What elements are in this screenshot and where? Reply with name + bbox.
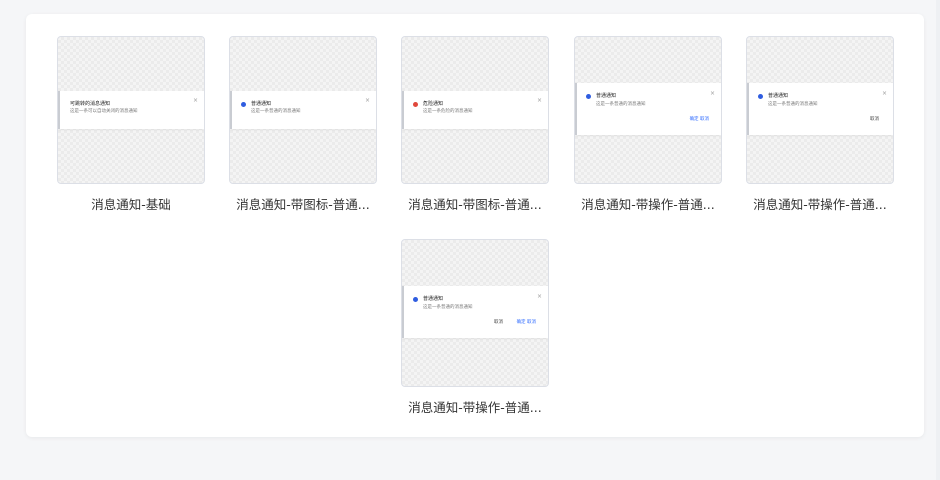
template-card-basic[interactable]: 可跳转的消息通知 这是一条可以自动关闭的消息通知 × 消息通知-基础 [57, 36, 205, 212]
notification-preview: 普通通知 这是一条普通的消息通知 × 取消 确定 取消 [402, 286, 548, 338]
close-icon: × [364, 97, 370, 104]
cancel-link: 取消 [870, 117, 879, 122]
template-caption: 消息通知-基础 [91, 197, 171, 212]
notification-title: 普通通知 [423, 296, 444, 302]
template-caption: 消息通知-带图标-普通... [408, 197, 542, 212]
template-caption: 消息通知-带操作-普通... [408, 400, 542, 415]
template-card-icon-info[interactable]: 普通通知 这是一条普通的消息通知 × 消息通知-带图标-普通... [229, 36, 377, 212]
template-card-action-confirm[interactable]: 普通通知 这是一条普通的消息通知 × 确定 取消 消息通知-带操作-普通... [574, 36, 722, 212]
notification-body: 这是一条普通的消息通知 [423, 305, 473, 310]
notification-body: 这是一条可以自动关闭的消息通知 [70, 109, 138, 114]
notification-preview: 普通通知 这是一条普通的消息通知 × [230, 91, 376, 129]
notification-body: 这是一条危险的消息通知 [423, 109, 473, 114]
cancel-link: 取消 [494, 320, 503, 325]
info-icon [758, 94, 763, 99]
close-icon: × [536, 293, 542, 300]
templates-panel: 可跳转的消息通知 这是一条可以自动关闭的消息通知 × 消息通知-基础 普通通知 … [26, 14, 924, 437]
info-icon [586, 94, 591, 99]
page-scrollbar[interactable] [936, 0, 940, 480]
notification-preview: 普通通知 这是一条普通的消息通知 × 取消 [747, 83, 893, 135]
danger-icon [413, 102, 418, 107]
close-icon: × [536, 97, 542, 104]
close-icon: × [709, 90, 715, 97]
notification-preview: 普通通知 这是一条普通的消息通知 × 确定 取消 [575, 83, 721, 135]
notification-title: 可跳转的消息通知 [70, 101, 111, 107]
info-icon [413, 297, 418, 302]
notification-title: 危险通知 [423, 101, 444, 107]
notification-body: 这是一条普通的消息通知 [251, 109, 301, 114]
notification-preview: 危险通知 这是一条危险的消息通知 × [402, 91, 548, 129]
notification-title: 普通通知 [251, 101, 272, 107]
notification-body: 这是一条普通的消息通知 [596, 102, 646, 107]
template-thumbnail: 普通通知 这是一条普通的消息通知 × [229, 36, 377, 184]
template-thumbnail: 普通通知 这是一条普通的消息通知 × 取消 [746, 36, 894, 184]
template-thumbnail: 可跳转的消息通知 这是一条可以自动关闭的消息通知 × [57, 36, 205, 184]
template-thumbnail: 普通通知 这是一条普通的消息通知 × 确定 取消 [574, 36, 722, 184]
close-icon: × [192, 97, 198, 104]
template-thumbnail: 普通通知 这是一条普通的消息通知 × 取消 确定 取消 [401, 239, 549, 387]
template-card-icon-danger[interactable]: 危险通知 这是一条危险的消息通知 × 消息通知-带图标-普通... [401, 36, 549, 212]
confirm-cancel-link: 确定 取消 [516, 320, 536, 325]
close-icon: × [881, 90, 887, 97]
notification-body: 这是一条普通的消息通知 [768, 102, 818, 107]
notification-title: 普通通知 [596, 93, 617, 99]
info-icon [241, 102, 246, 107]
notification-preview: 可跳转的消息通知 这是一条可以自动关闭的消息通知 × [58, 91, 204, 129]
template-card-action-cancel[interactable]: 普通通知 这是一条普通的消息通知 × 取消 消息通知-带操作-普通... [746, 36, 894, 212]
template-caption: 消息通知-带图标-普通... [236, 197, 370, 212]
template-caption: 消息通知-带操作-普通... [581, 197, 715, 212]
template-thumbnail: 危险通知 这是一条危险的消息通知 × [401, 36, 549, 184]
template-card-action-both[interactable]: 普通通知 这是一条普通的消息通知 × 取消 确定 取消 消息通知-带操作-普通.… [401, 239, 549, 415]
notification-title: 普通通知 [768, 93, 789, 99]
template-caption: 消息通知-带操作-普通... [753, 197, 887, 212]
confirm-cancel-link: 确定 取消 [689, 117, 709, 122]
